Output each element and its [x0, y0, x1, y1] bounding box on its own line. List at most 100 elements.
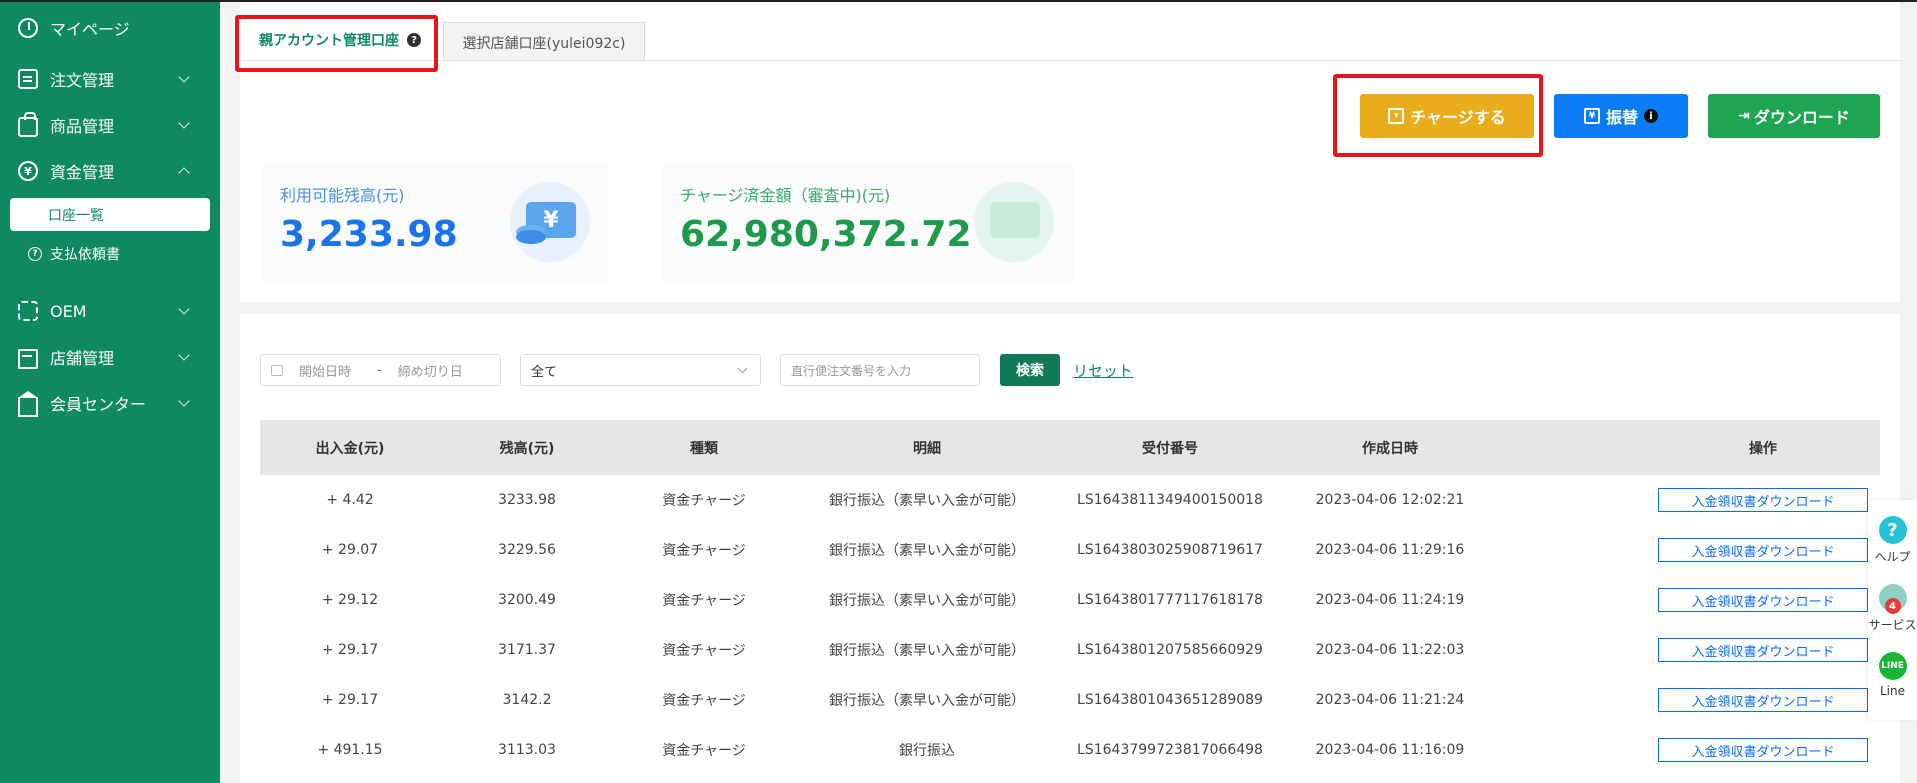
line-icon: LINE: [1878, 652, 1907, 680]
start-date-input[interactable]: 開始日時: [299, 361, 351, 380]
amount-cell: + 29.17: [321, 692, 379, 708]
type-cell: 資金チャージ: [662, 643, 746, 659]
tab-store-account[interactable]: 選択店舗口座(yulei092c): [443, 22, 645, 62]
type-cell: 資金チャージ: [662, 693, 746, 709]
balance-cell: 3113.03: [498, 742, 556, 758]
created-at-cell: 2023-04-06 11:24:19: [1315, 592, 1465, 608]
column-header: 作成日時: [1362, 440, 1418, 457]
transfer-button[interactable]: ¥ 振替 i: [1554, 94, 1688, 138]
column-header: 残高(元): [499, 440, 555, 457]
column-header: 明細: [913, 440, 941, 457]
sidebar-item-label: マイページ: [50, 20, 130, 39]
service-label: サービス: [1868, 618, 1917, 632]
type-cell: 資金チャージ: [662, 543, 746, 559]
reset-link[interactable]: リセット: [1073, 360, 1133, 381]
download-button[interactable]: ⇥ ダウンロード: [1708, 94, 1880, 138]
sidebar-item-orders[interactable]: 注文管理: [0, 59, 220, 99]
help-icon: ?: [1878, 516, 1907, 544]
top-border: [0, 0, 1917, 2]
sidebar-item-label: 商品管理: [50, 117, 115, 136]
column-header: 種類: [690, 440, 718, 457]
sidebar-item-products[interactable]: 商品管理: [0, 105, 220, 145]
sidebar-item-label: 店舗管理: [50, 349, 115, 368]
receipt-number-cell: LS1643799723817066498: [1077, 742, 1263, 758]
type-cell: 資金チャージ: [662, 493, 746, 509]
floating-support-panel: ? ヘルプ 4 サービス LINE Line: [1868, 500, 1917, 720]
order-number-placeholder: 直行便注文番号を入力: [791, 363, 912, 378]
created-at-cell: 2023-04-06 12:02:21: [1315, 492, 1465, 508]
amount-cell: + 4.42: [326, 492, 374, 508]
sidebar-item-label: 会員センター: [50, 395, 147, 414]
export-icon: ⇥: [1738, 108, 1750, 124]
balance-cell: 3142.2: [502, 692, 552, 708]
table-row: + 4.42 3233.98 資金チャージ 銀行振込（素早い入金が可能） LS1…: [260, 475, 1880, 525]
line-shortcut[interactable]: LINE Line: [1868, 652, 1917, 698]
tab-divider: [240, 60, 1900, 61]
column-header: 受付番号: [1142, 440, 1198, 457]
receipt-number-cell: LS1643801207585660929: [1077, 642, 1263, 658]
receipt-number-cell: LS1643811349400150018: [1077, 492, 1263, 508]
created-at-cell: 2023-04-06 11:22:03: [1315, 642, 1465, 658]
detail-cell: 銀行振込: [899, 743, 955, 759]
chevron-down-icon: [178, 303, 190, 315]
service-icon: 4: [1878, 584, 1907, 614]
created-at-cell: 2023-04-06 11:16:09: [1315, 742, 1465, 758]
sidebar-subitem-accounts[interactable]: 口座一覧: [10, 198, 210, 231]
wallet-yen-icon: ¥: [510, 182, 590, 262]
table-row: + 29.17 3171.37 資金チャージ 銀行振込（素早い入金が可能） LS…: [260, 625, 1880, 675]
order-icon: [18, 69, 38, 89]
sidebar-subitem-label: 口座一覧: [48, 207, 104, 224]
balance-cell: 3233.98: [498, 492, 556, 508]
download-button-label: ダウンロード: [1753, 108, 1850, 127]
pending-charge-value: 62,980,372.72: [680, 214, 972, 255]
type-select[interactable]: 全て: [520, 354, 761, 386]
sidebar-subitem-payment-requests[interactable]: ? 支払依頼書: [0, 238, 220, 270]
transfer-icon: ¥: [1583, 108, 1600, 124]
wallet-icon: [974, 182, 1054, 262]
date-range-picker[interactable]: 開始日時 - 締め切り日: [260, 354, 501, 386]
chevron-down-icon: [178, 395, 190, 407]
receipt-number-cell: LS1643803025908719617: [1077, 542, 1263, 558]
detail-cell: 銀行振込（素早い入金が可能）: [829, 643, 1025, 659]
date-separator: -: [377, 362, 382, 378]
info-icon[interactable]: i: [1644, 109, 1658, 123]
end-date-input[interactable]: 締め切り日: [398, 361, 463, 380]
download-receipt-button[interactable]: 入金領収書ダウンロード: [1658, 538, 1868, 562]
download-receipt-button[interactable]: 入金領収書ダウンロード: [1658, 488, 1868, 512]
sidebar-item-stores[interactable]: 店舗管理: [0, 337, 220, 377]
download-receipt-button[interactable]: 入金領収書ダウンロード: [1658, 688, 1868, 712]
order-number-input[interactable]: 直行便注文番号を入力: [780, 354, 980, 386]
download-receipt-button[interactable]: 入金領収書ダウンロード: [1658, 638, 1868, 662]
help-shortcut[interactable]: ? ヘルプ: [1868, 516, 1917, 565]
question-icon: ?: [28, 247, 42, 261]
download-receipt-button[interactable]: 入金領収書ダウンロード: [1658, 738, 1868, 762]
type-cell: 資金チャージ: [662, 743, 746, 759]
table-row: + 29.12 3200.49 資金チャージ 銀行振込（素早い入金が可能） LS…: [260, 575, 1880, 625]
sidebar-item-label: 注文管理: [50, 71, 115, 90]
calendar-icon: [271, 364, 283, 376]
sidebar-subitem-label: 支払依頼書: [50, 247, 120, 263]
sidebar: マイページ 注文管理 商品管理 ¥ 資金管理 口座一覧 ? 支払依頼書 OEM …: [0, 0, 220, 783]
search-button[interactable]: 検索: [1000, 354, 1060, 386]
receipt-number-cell: LS1643801043651289089: [1077, 692, 1263, 708]
detail-cell: 銀行振込（素早い入金が可能）: [829, 543, 1025, 559]
balance-cell: 3200.49: [498, 592, 556, 608]
sidebar-item-mypage[interactable]: マイページ: [0, 8, 220, 48]
pending-charge-label: チャージ済金額（審査中)(元): [680, 186, 891, 205]
sidebar-item-oem[interactable]: OEM: [0, 291, 220, 331]
dashboard-icon: [18, 18, 38, 38]
sidebar-item-funds[interactable]: ¥ 資金管理: [0, 151, 220, 191]
table-row: + 491.15 3113.03 資金チャージ 銀行振込 LS164379972…: [260, 725, 1880, 775]
product-icon: [18, 112, 38, 137]
chevron-down-icon: [178, 349, 190, 361]
sidebar-item-label: OEM: [50, 301, 87, 321]
amount-cell: + 29.17: [321, 642, 379, 658]
sidebar-item-member-center[interactable]: 会員センター: [0, 383, 220, 423]
service-shortcut[interactable]: 4 サービス: [1868, 584, 1917, 633]
available-balance-value: 3,233.98: [280, 214, 458, 255]
yen-icon: ¥: [18, 161, 38, 181]
chevron-down-icon: [178, 71, 190, 83]
table-header: 出入金(元) 残高(元) 種類 明細 受付番号 作成日時 操作: [260, 420, 1880, 475]
download-receipt-button[interactable]: 入金領収書ダウンロード: [1658, 588, 1868, 612]
table-row: + 29.07 3229.56 資金チャージ 銀行振込（素早い入金が可能） LS…: [260, 525, 1880, 575]
